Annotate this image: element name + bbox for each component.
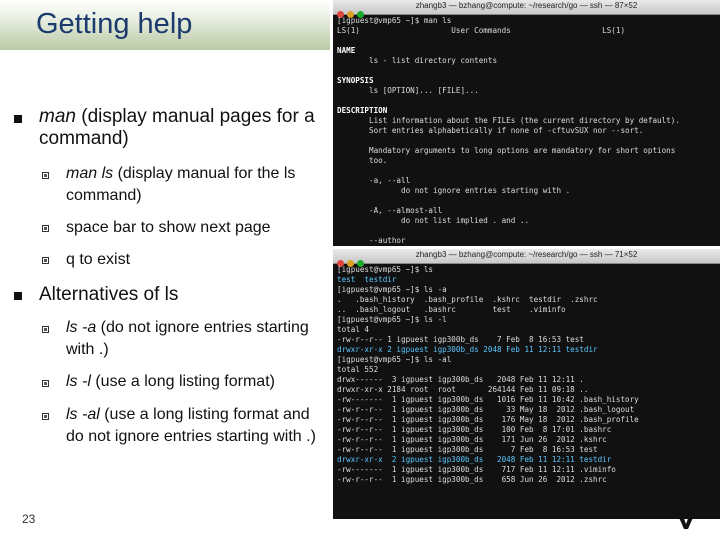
sub-bullet-icon <box>42 326 49 333</box>
terminal-line: [igpuest@vmp65 ~]$ ls -al <box>337 355 452 364</box>
terminal-title: zhangb3 — bzhang@compute: ~/research/go … <box>415 250 638 259</box>
bullet-ls-a: ls -a (do not ignore entries starting wi… <box>66 319 309 358</box>
terminal-line: SYNOPSIS <box>337 76 374 85</box>
bullet-ls-al: ls -al (use a long listing format and do… <box>66 406 316 445</box>
slide-content: man (display manual pages for a command)… <box>0 0 330 540</box>
terminal-line: -rw-r--r-- 1 igpuest igp300b_ds 7 Feb 8 … <box>337 445 598 454</box>
terminal-line: DESCRIPTION <box>337 106 388 115</box>
terminal-line: .. .bash_logout .bashrc test .viminfo <box>337 305 566 314</box>
terminal-line: --author <box>337 236 406 245</box>
bullet-alternatives: Alternatives of ls <box>39 284 179 305</box>
bullet-square-icon <box>14 292 22 300</box>
terminal-line: Sort entries alphabetically if none of -… <box>337 126 644 135</box>
bullet-ls-l: ls -l (use a long listing format) <box>66 373 275 390</box>
terminal-line: NAME <box>337 46 356 55</box>
terminal-titlebar: zhangb3 — bzhang@compute: ~/research/go … <box>333 0 720 18</box>
sub-bullet-icon <box>42 380 49 387</box>
terminal-line: -rw-r--r-- 1 igpuest igp300b_ds 171 Jun … <box>337 435 607 444</box>
terminal-line: [igpuest@vmp65 ~]$ ls <box>337 265 434 274</box>
bullet-man-ls: man ls (display manual for the ls comman… <box>66 165 296 204</box>
terminal-line: -rw-r--r-- 1 igpuest igp300b_ds 658 Jun … <box>337 475 607 484</box>
terminal-line: too. <box>337 156 388 165</box>
terminal-line: -A, --almost-all <box>337 206 443 215</box>
terminal-titlebar: zhangb3 — bzhang@compute: ~/research/go … <box>333 249 720 267</box>
terminal-line: drwx------ 3 igpuest igp300b_ds 2048 Feb… <box>337 375 584 384</box>
terminal-line: total 4 <box>337 325 370 334</box>
terminal-line: do not list implied . and .. <box>337 216 530 225</box>
terminal-line: . .bash_history .bash_profile .kshrc tes… <box>337 295 598 304</box>
terminal-line: -a, --all <box>337 176 411 185</box>
terminal-line: drwxr-xr-x 2 igpuest igp300b_ds 2048 Feb… <box>337 455 612 464</box>
terminal-line: -rw-r--r-- 1 igpuest igp300b_ds 7 Feb 8 … <box>337 335 584 344</box>
university-logo-icon <box>677 513 695 529</box>
page-number: 23 <box>22 512 36 526</box>
bullet-q: q to exist <box>66 251 131 268</box>
terminal-line: total 552 <box>337 365 379 374</box>
terminal-line: [igpuest@vmp65 ~]$ man ls <box>337 16 452 25</box>
sub-bullet-icon <box>42 413 49 420</box>
terminal-line: -rw------- 1 igpuest igp300b_ds 717 Feb … <box>337 465 616 474</box>
terminal-line: test testdir <box>337 275 397 284</box>
terminal-line: [igpuest@vmp65 ~]$ ls -l <box>337 315 447 324</box>
terminal-line: drwxr-xr-x 2 igpuest igp300b_ds 2048 Feb… <box>337 345 598 354</box>
terminal-line: List information about the FILEs (the cu… <box>337 116 680 125</box>
terminal-line: [igpuest@vmp65 ~]$ ls -a <box>337 285 447 294</box>
terminal-line: -rw-r--r-- 1 igpuest igp300b_ds 176 May … <box>337 415 639 424</box>
terminal-line: drwxr-xr-x 2184 root root 264144 Feb 11 … <box>337 385 589 394</box>
terminal-window-man: zhangb3 — bzhang@compute: ~/research/go … <box>333 0 720 246</box>
bullet-man: man (display manual pages for a command) <box>39 106 315 149</box>
terminal-line: LS(1) User Commands LS(1) <box>337 26 626 35</box>
terminal-line: ls [OPTION]... [FILE]... <box>337 86 479 95</box>
bullet-square-icon <box>14 115 22 123</box>
terminal-title: zhangb3 — bzhang@compute: ~/research/go … <box>415 1 638 10</box>
terminal-line: ls - list directory contents <box>337 56 498 65</box>
terminal-line: Mandatory arguments to long options are … <box>337 146 676 155</box>
terminal-window-ls: zhangb3 — bzhang@compute: ~/research/go … <box>333 249 720 519</box>
terminal-output[interactable]: [igpuest@vmp65 ~]$ ls test testdir [igpues… <box>337 265 718 485</box>
terminal-line: -rw-r--r-- 1 igpuest igp300b_ds 33 May 1… <box>337 405 635 414</box>
terminal-output[interactable]: [igpuest@vmp65 ~]$ man ls LS(1) User Comm… <box>337 16 718 246</box>
sub-bullet-icon <box>42 172 49 179</box>
sub-bullet-icon <box>42 257 49 264</box>
terminal-line: do not ignore entries starting with . <box>337 186 571 195</box>
sub-bullet-icon <box>42 225 49 232</box>
terminal-line: -rw------- 1 igpuest igp300b_ds 1016 Feb… <box>337 395 639 404</box>
terminal-line: -rw-r--r-- 1 igpuest igp300b_ds 100 Feb … <box>337 425 612 434</box>
bullet-space: space bar to show next page <box>66 219 271 236</box>
